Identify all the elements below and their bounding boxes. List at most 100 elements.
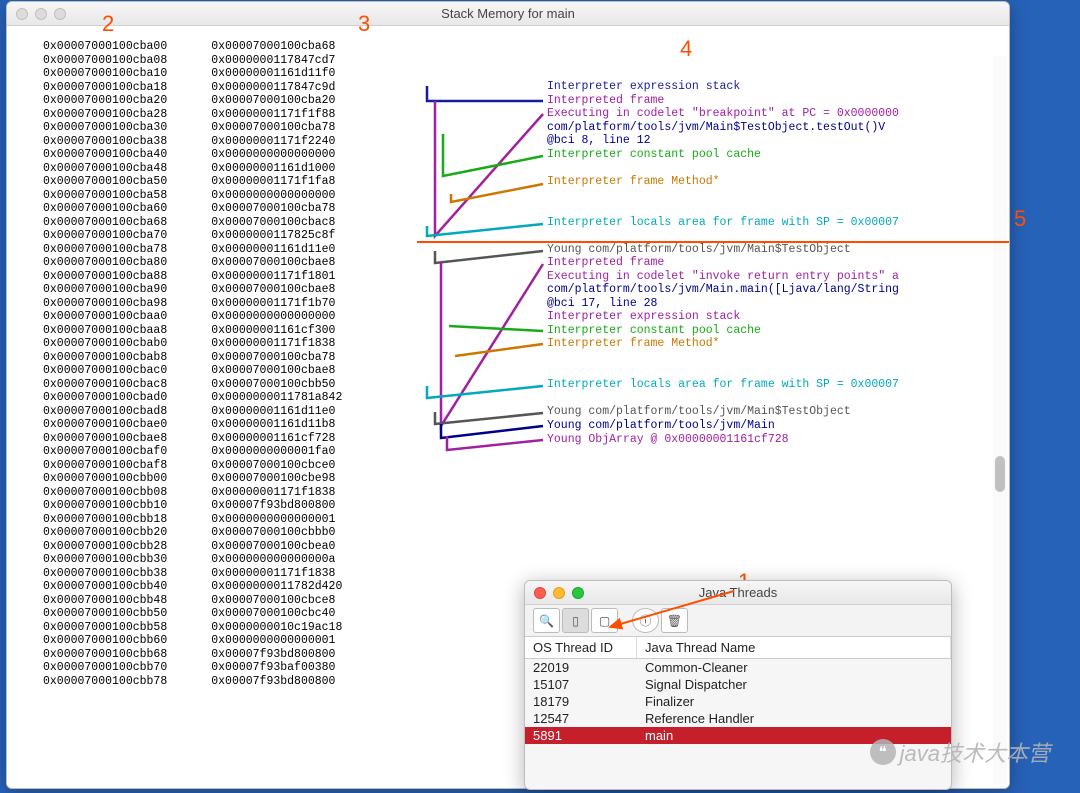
value-cell: 0x00007f93bd800800 (211, 499, 342, 513)
anno-3: 3 (358, 11, 370, 37)
value-cell: 0x00007000100cbe98 (211, 472, 342, 486)
stack-label: Interpreted frame (547, 256, 664, 270)
addr-cell: 0x00007000100cba10 (43, 67, 167, 81)
value-cell: 0x000000000000000a (211, 553, 342, 567)
minimize-icon[interactable] (35, 8, 47, 20)
value-cell: 0x00000001161cf728 (211, 432, 342, 446)
scrollbar-track[interactable] (993, 56, 1007, 784)
cell-thread-name: Signal Dispatcher (637, 676, 951, 693)
addr-cell: 0x00007000100cbaf0 (43, 445, 167, 459)
addr-cell: 0x00007000100cbac8 (43, 378, 167, 392)
addr-cell: 0x00007000100cba00 (43, 40, 167, 54)
table-row[interactable]: 12547Reference Handler (525, 710, 951, 727)
addr-cell: 0x00007000100cbaa0 (43, 310, 167, 324)
stack-label: com/platform/tools/jvm/Main$TestObject.t… (547, 121, 885, 135)
value-cell: 0x00007f93baf00380 (211, 661, 342, 675)
value-cell: 0x0000000000000001 (211, 513, 342, 527)
stack-label: Young ObjArray @ 0x00000001161cf728 (547, 433, 789, 447)
value-cell: 0x00000001161d1000 (211, 162, 342, 176)
address-column-1: 0x00007000100cba000x00007000100cba080x00… (43, 40, 167, 688)
addr-cell: 0x00007000100cba30 (43, 121, 167, 135)
value-cell: 0x00000001161d11e0 (211, 405, 342, 419)
value-cell: 0x00000001161cf300 (211, 324, 342, 338)
cell-thread-id: 15107 (525, 676, 637, 693)
value-cell: 0x00000001161d11b8 (211, 418, 342, 432)
addr-cell: 0x00007000100cba90 (43, 283, 167, 297)
table-row[interactable]: 18179Finalizer (525, 693, 951, 710)
watermark: ❝ java技术大本营 (870, 736, 1050, 768)
addr-cell: 0x00007000100cbb30 (43, 553, 167, 567)
close-icon[interactable] (16, 8, 28, 20)
value-cell: 0x00000001171f1fa8 (211, 175, 342, 189)
addr-cell: 0x00007000100cba98 (43, 297, 167, 311)
addr-cell: 0x00007000100cbac0 (43, 364, 167, 378)
threads-table: OS Thread ID Java Thread Name 22019Commo… (525, 637, 951, 744)
cell-thread-name: Finalizer (637, 693, 951, 710)
scrollbar-thumb[interactable] (995, 456, 1005, 492)
cell-thread-name: Reference Handler (637, 710, 951, 727)
cell-thread-id: 5891 (525, 727, 637, 744)
value-cell: 0x00000001171f1838 (211, 567, 342, 581)
addr-cell: 0x00007000100cbb18 (43, 513, 167, 527)
addr-cell: 0x00007000100cba40 (43, 148, 167, 162)
stack-label: Young com/platform/tools/jvm/Main$TestOb… (547, 243, 851, 257)
addr-cell: 0x00007000100cbab0 (43, 337, 167, 351)
anno-2: 2 (102, 11, 114, 37)
value-cell: 0x0000000000000000 (211, 189, 342, 203)
stack-label: Interpreter constant pool cache (547, 148, 761, 162)
zoom-icon[interactable] (54, 8, 66, 20)
value-cell: 0x0000000000001fa0 (211, 445, 342, 459)
addr-cell: 0x00007000100cbb28 (43, 540, 167, 554)
addr-cell: 0x00007000100cbae0 (43, 418, 167, 432)
addr-cell: 0x00007000100cba48 (43, 162, 167, 176)
close-icon[interactable] (534, 587, 546, 599)
stack-label: Interpreter frame Method* (547, 337, 720, 351)
value-cell: 0x0000000117825c8f (211, 229, 342, 243)
value-cell: 0x0000000011781a842 (211, 391, 342, 405)
addr-cell: 0x00007000100cbb50 (43, 607, 167, 621)
value-cell: 0x00000001171f1838 (211, 486, 342, 500)
stack-label: Interpreter frame Method* (547, 175, 720, 189)
cell-thread-name: Common-Cleaner (637, 659, 951, 676)
value-cell: 0x00007f93bd800800 (211, 648, 342, 662)
window-title: Stack Memory for main (7, 6, 1009, 21)
value-cell: 0x00007000100cbce8 (211, 594, 342, 608)
stack-label: Interpreter locals area for frame with S… (547, 216, 899, 230)
value-cell: 0x00007000100cba20 (211, 94, 342, 108)
addr-cell: 0x00007000100cbb68 (43, 648, 167, 662)
addr-cell: 0x00007000100cbb00 (43, 472, 167, 486)
addr-cell: 0x00007000100cbaf8 (43, 459, 167, 473)
value-cell: 0x0000000010c19ac18 (211, 621, 342, 635)
addr-cell: 0x00007000100cbb20 (43, 526, 167, 540)
table-row[interactable]: 22019Common-Cleaner (525, 659, 951, 676)
addr-cell: 0x00007000100cba80 (43, 256, 167, 270)
value-cell: 0x0000000000000000 (211, 310, 342, 324)
addr-cell: 0x00007000100cba20 (43, 94, 167, 108)
addr-cell: 0x00007000100cbb60 (43, 634, 167, 648)
value-cell: 0x0000000000000001 (211, 634, 342, 648)
value-cell: 0x0000000011782d420 (211, 580, 342, 594)
addr-cell: 0x00007000100cbaa8 (43, 324, 167, 338)
addr-cell: 0x00007000100cba68 (43, 216, 167, 230)
stack-label: Interpreter expression stack (547, 80, 740, 94)
addr-cell: 0x00007000100cba88 (43, 270, 167, 284)
value-cell: 0x00007000100cbea0 (211, 540, 342, 554)
traffic-lights (16, 8, 66, 20)
value-cell: 0x00007000100cbae8 (211, 283, 342, 297)
addr-cell: 0x00007000100cbab8 (43, 351, 167, 365)
addr-cell: 0x00007000100cba28 (43, 108, 167, 122)
value-cell: 0x00000001171f1801 (211, 270, 342, 284)
addr-cell: 0x00007000100cbb78 (43, 675, 167, 689)
cell-thread-id: 22019 (525, 659, 637, 676)
stack-label: @bci 17, line 28 (547, 297, 657, 311)
value-cell: 0x00000001171f1f88 (211, 108, 342, 122)
anno-4: 4 (680, 36, 692, 62)
table-row[interactable]: 15107Signal Dispatcher (525, 676, 951, 693)
titlebar[interactable]: Stack Memory for main (7, 2, 1009, 26)
value-cell: 0x00007000100cba68 (211, 40, 342, 54)
cell-thread-id: 12547 (525, 710, 637, 727)
addr-cell: 0x00007000100cba78 (43, 243, 167, 257)
value-cell: 0x00007000100cbae8 (211, 256, 342, 270)
value-cell: 0x00000001161d11e0 (211, 243, 342, 257)
addr-cell: 0x00007000100cbb08 (43, 486, 167, 500)
